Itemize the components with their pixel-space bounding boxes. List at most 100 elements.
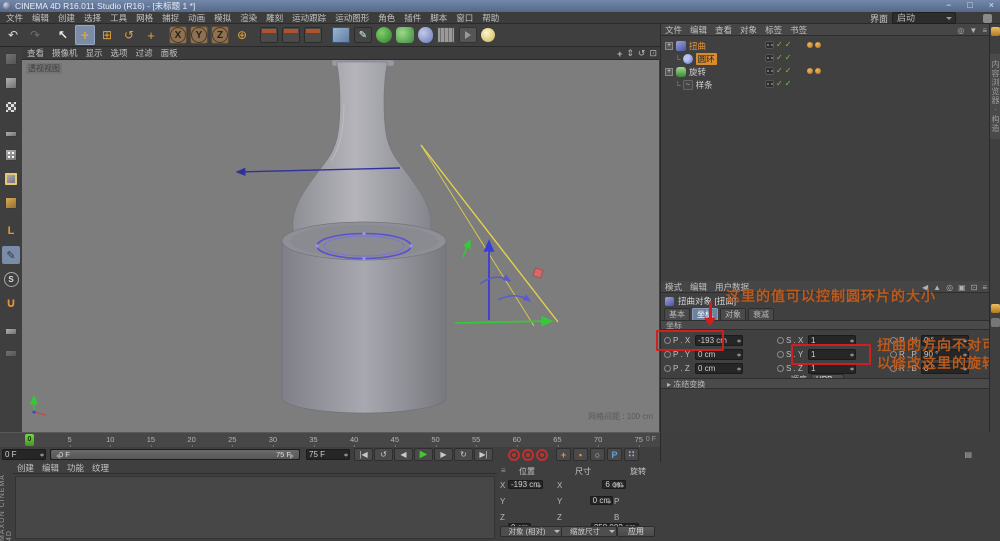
render-view-button[interactable] — [260, 27, 278, 43]
light-button[interactable] — [481, 28, 495, 42]
viewport-toggle-icon[interactable]: ⊡ — [649, 48, 657, 59]
perspective-viewport[interactable]: 查看摄像机显示选项过滤面板 + ⇕ ↺ ⊡ 透视视图 — [22, 47, 659, 432]
viewport-menu-item[interactable]: 摄像机 — [52, 47, 78, 59]
record-keyframe-button[interactable] — [508, 449, 520, 461]
goto-start-button[interactable]: |◀ — [354, 448, 373, 461]
undo-button[interactable]: ↶ — [3, 25, 23, 45]
dock-tab-icon[interactable] — [991, 27, 1000, 36]
enable-check-icon[interactable]: ✓ — [776, 40, 783, 49]
object-row[interactable]: + 扭曲 — [665, 40, 706, 52]
viewport-menu-item[interactable]: 面板 — [161, 47, 178, 59]
phong-tag-icon[interactable] — [807, 68, 813, 74]
record-pla-toggle[interactable]: ∷ — [624, 448, 639, 461]
expander-icon[interactable]: + — [665, 68, 673, 76]
am-grid-icon[interactable]: ⊡ — [971, 283, 978, 292]
viewport-zoom-icon[interactable]: ⇕ — [626, 48, 634, 59]
om-list-icon[interactable]: ≡ — [982, 26, 987, 35]
coord-mode-dropdown[interactable]: 对象 (相对) — [500, 526, 562, 537]
move-tool-button[interactable]: + — [75, 25, 95, 45]
magnet-snap-button[interactable]: ∪ — [2, 294, 20, 312]
viewport-menu-item[interactable]: 显示 — [86, 47, 103, 59]
autokey-button[interactable] — [522, 449, 534, 461]
enable-check-icon[interactable]: ✓ — [785, 53, 792, 62]
object-name[interactable]: 旋转 — [689, 66, 706, 78]
enable-check-icon[interactable]: ✓ — [785, 79, 792, 88]
object-row[interactable]: └ 圆环 — [675, 53, 717, 65]
material-list-area[interactable] — [15, 476, 495, 539]
enable-check-icon[interactable]: ✓ — [776, 79, 783, 88]
menu-item[interactable]: 渲染 — [240, 12, 257, 24]
floor-environment-button[interactable] — [437, 27, 455, 43]
viewport-pan-icon[interactable]: + — [617, 49, 622, 59]
material-menu-item[interactable]: 编辑 — [42, 462, 59, 474]
viewport-menu-item[interactable]: 选项 — [111, 47, 128, 59]
menu-item[interactable]: 插件 — [404, 12, 421, 24]
array-generator-button[interactable] — [396, 27, 414, 43]
keyframe-dot-icon[interactable] — [777, 365, 784, 372]
points-mode-button[interactable] — [2, 146, 20, 164]
goto-next-key-button[interactable]: ↻ — [454, 448, 473, 461]
menu-item[interactable]: 帮助 — [482, 12, 499, 24]
snap-button[interactable]: S — [2, 270, 20, 288]
spline-pen-button[interactable]: ✎ — [354, 27, 372, 43]
phong-tag-icon[interactable] — [807, 42, 813, 48]
keyframe-dot-icon[interactable] — [664, 351, 671, 358]
last-frame-field[interactable]: 75 F — [306, 449, 350, 460]
keyframe-dot-icon[interactable] — [777, 351, 784, 358]
enable-check-icon[interactable]: ✓ — [785, 40, 792, 49]
render-region-button[interactable] — [282, 27, 300, 43]
last-tool-button[interactable]: + — [141, 25, 161, 45]
material-menu-item[interactable]: 创建 — [17, 462, 34, 474]
enable-axis-button[interactable]: L — [2, 222, 20, 240]
pos-x-field[interactable]: -193 cm — [508, 480, 543, 489]
object-name[interactable]: 样条 — [696, 79, 713, 91]
goto-end-button[interactable]: ▶| — [474, 448, 493, 461]
workplane-snap-button[interactable] — [2, 344, 20, 362]
lock-x-axis-button[interactable]: X — [169, 26, 187, 44]
rotate-tool-button[interactable]: ↺ — [119, 25, 139, 45]
material-menu-item[interactable]: 功能 — [67, 462, 84, 474]
object-row[interactable]: └ ~ 样条 — [675, 79, 713, 91]
freeze-transform-section[interactable]: ▸ 冻结变换 — [661, 378, 990, 389]
polygons-mode-button[interactable] — [2, 194, 20, 212]
dock-tab-icon[interactable] — [991, 304, 1000, 313]
enable-check-icon[interactable]: ✓ — [785, 66, 792, 75]
object-manager-menu-item[interactable]: 标签 — [765, 24, 782, 36]
visibility-dots-icon[interactable] — [765, 54, 774, 62]
menu-item[interactable]: 网格 — [136, 12, 153, 24]
keyframe-dot-icon[interactable] — [777, 337, 784, 344]
camera-button[interactable] — [459, 27, 477, 43]
menu-item[interactable]: 捕捉 — [162, 12, 179, 24]
add-cube-button[interactable] — [332, 27, 350, 43]
object-manager-menu-item[interactable]: 对象 — [740, 24, 757, 36]
object-name[interactable]: 扭曲 — [689, 40, 706, 52]
next-frame-button[interactable]: ▶ — [434, 448, 453, 461]
tag-icon[interactable] — [815, 68, 821, 74]
expander-icon[interactable]: + — [665, 42, 673, 50]
menu-item[interactable]: 动画 — [188, 12, 205, 24]
render-settings-button[interactable] — [304, 27, 322, 43]
live-selection-button[interactable]: ↖ — [53, 25, 73, 45]
menu-item[interactable]: 角色 — [378, 12, 395, 24]
keyframe-dot-icon[interactable] — [664, 365, 671, 372]
menu-item[interactable]: 模拟 — [214, 12, 231, 24]
menu-item[interactable]: 选择 — [84, 12, 101, 24]
lock-z-axis-button[interactable]: Z — [211, 26, 229, 44]
coordinate-system-button[interactable]: ⊕ — [232, 25, 252, 45]
object-manager-menu-item[interactable]: 书签 — [790, 24, 807, 36]
visibility-dots-icon[interactable] — [765, 67, 774, 75]
texture-mode-button[interactable] — [2, 98, 20, 116]
viewport-menu-item[interactable]: 查看 — [27, 47, 44, 59]
goto-previous-key-button[interactable]: ↺ — [374, 448, 393, 461]
redo-button[interactable]: ↷ — [25, 25, 45, 45]
om-filter-icon[interactable]: ▼ — [969, 26, 977, 35]
viewport-rotate-icon[interactable]: ↺ — [638, 48, 646, 59]
previous-frame-button[interactable]: ◀ — [394, 448, 413, 461]
apply-button[interactable]: 应用 — [617, 526, 655, 537]
dock-tab-icon[interactable] — [991, 318, 1000, 327]
visibility-dots-icon[interactable] — [765, 80, 774, 88]
menu-item[interactable]: 创建 — [58, 12, 75, 24]
object-row[interactable]: + 旋转 — [665, 66, 706, 78]
keyframe-selection-button[interactable] — [536, 449, 548, 461]
play-button[interactable]: ▶ — [414, 448, 433, 461]
